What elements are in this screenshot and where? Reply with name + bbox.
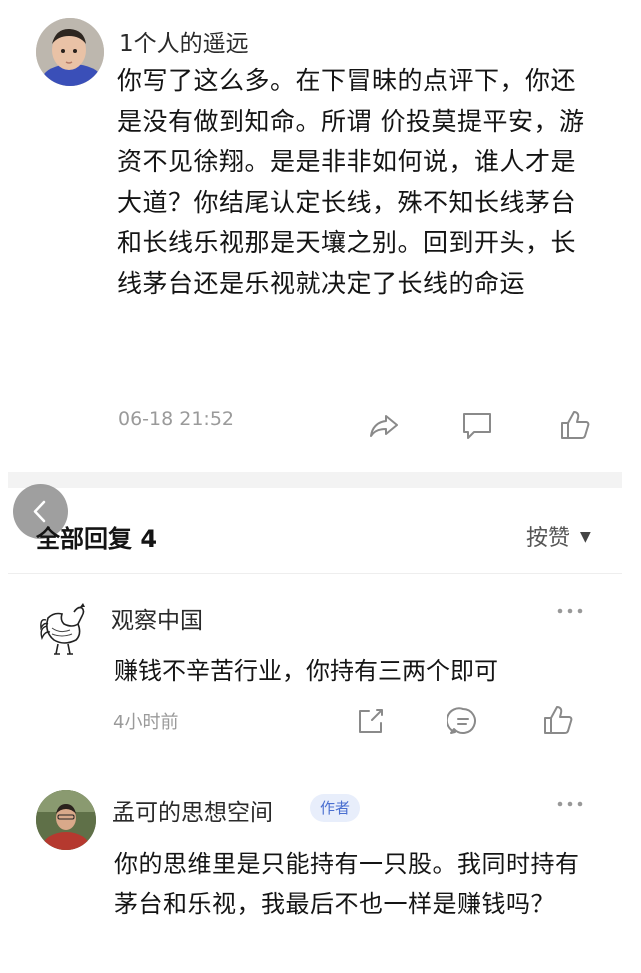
sort-dropdown[interactable]: 按赞 ▼: [526, 520, 591, 552]
comment-timestamp: 06-18 21:52: [118, 408, 235, 430]
reply-text: 你的思维里是只能持有一只股。我同时持有茅台和乐视，我最后不也一样是赚钱吗？: [114, 850, 580, 918]
more-dots-icon[interactable]: [555, 798, 585, 810]
user-avatar[interactable]: [36, 790, 96, 850]
thumbs-up-icon[interactable]: [558, 408, 592, 442]
caret-down-icon: ▼: [580, 529, 591, 545]
reply-username[interactable]: 孟可的思想空间: [112, 793, 273, 827]
header-divider: [8, 573, 622, 574]
author-badge: 作者: [310, 794, 361, 822]
user-avatar[interactable]: [38, 598, 94, 658]
comment-username[interactable]: 1个人的遥远: [119, 24, 249, 58]
thumbs-up-icon[interactable]: [541, 703, 575, 737]
main-comment: 1个人的遥远 你写了这么多。在下冒昧的点评下，你还是没有做到知命。所谓 价投莫提…: [0, 0, 641, 470]
share-box-icon[interactable]: [355, 705, 387, 737]
section-divider: [8, 472, 622, 488]
comment-body: 你写了这么多。在下冒昧的点评下，你还是没有做到知命。所谓 价投莫提平安，游资不见…: [117, 66, 585, 298]
replies-header: 全部回复 4: [36, 525, 158, 553]
reply-bubble-icon[interactable]: [447, 705, 479, 737]
more-dots-icon[interactable]: [555, 605, 585, 617]
sort-label: 按赞: [526, 526, 571, 551]
reply-text: 赚钱不辛苦行业，你持有三两个即可: [114, 657, 498, 685]
comment-bubble-icon[interactable]: [460, 408, 494, 442]
share-arrow-icon[interactable]: [367, 408, 401, 442]
reply-username[interactable]: 观察中国: [111, 601, 203, 635]
user-avatar[interactable]: [36, 18, 104, 86]
reply-timestamp: 4小时前: [113, 712, 179, 733]
